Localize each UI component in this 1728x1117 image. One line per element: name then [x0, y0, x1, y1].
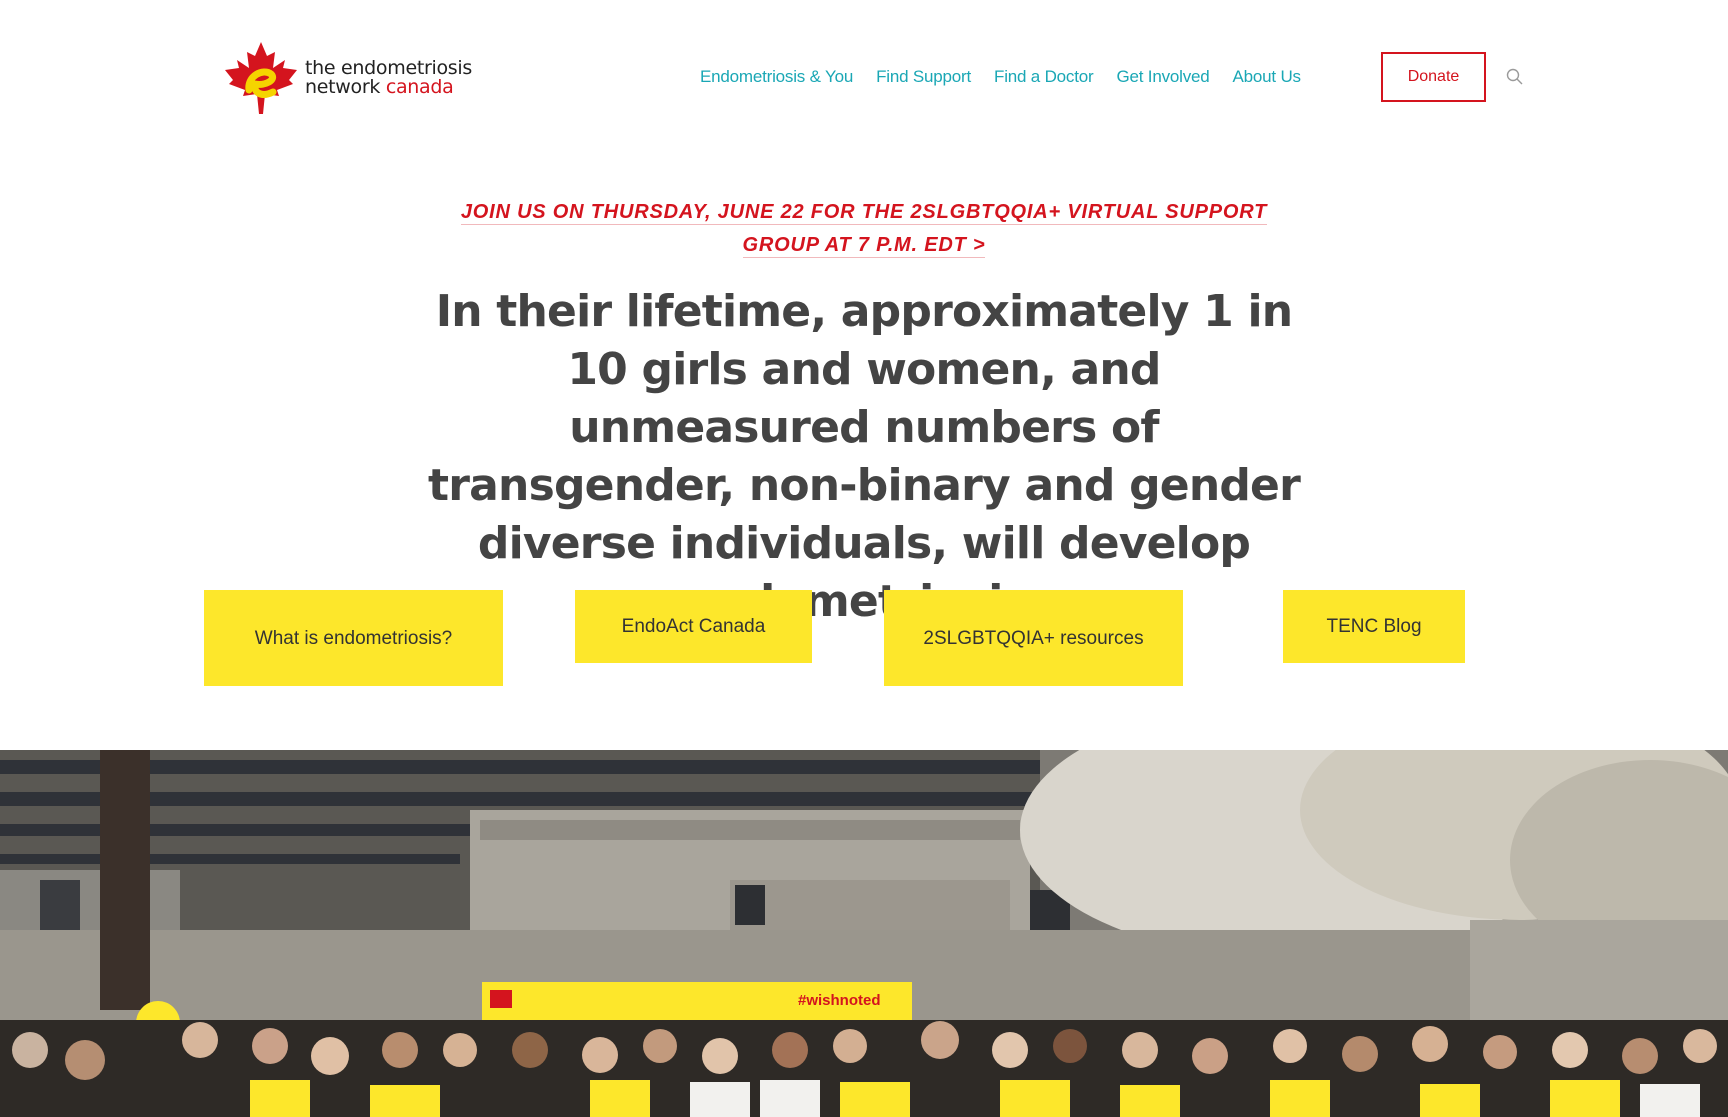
announcement-line1: Join us on Thursday, June 22 for the 2SL… [460, 201, 1268, 225]
nav-item-about-us[interactable]: About Us [1233, 67, 1302, 87]
logo-canada-text: canada [385, 76, 454, 98]
announcement-link[interactable]: Join us on Thursday, June 22 for the 2SL… [400, 196, 1328, 262]
tenc-blog-button[interactable]: TENC Blog [1283, 590, 1465, 663]
search-button[interactable] [1505, 67, 1525, 87]
search-icon [1506, 68, 1523, 85]
what-is-endometriosis-button[interactable]: What is endometriosis? [204, 590, 503, 686]
logo-line2: network canada [305, 78, 472, 97]
nav-item-endometriosis-and-you[interactable]: Endometriosis & You [700, 67, 853, 87]
maple-leaf-logo-icon [225, 42, 297, 114]
nav-item-find-a-doctor[interactable]: Find a Doctor [994, 67, 1094, 87]
announcement-line2: Group at 7 p.m. EDT > [742, 234, 986, 258]
main-nav: Endometriosis & You Find Support Find a … [700, 52, 1324, 102]
2slgbtqqia-resources-button[interactable]: 2SLGBTQQIA+ resources [884, 590, 1183, 686]
logo-network-text: network [305, 76, 386, 98]
hero-heading: In their lifetime, approximately 1 in 10… [428, 286, 1301, 627]
nav-item-get-involved[interactable]: Get Involved [1116, 67, 1209, 87]
endoact-canada-button[interactable]: EndoAct Canada [575, 590, 812, 663]
logo-wordmark: the endometriosis network canada [305, 59, 472, 97]
hero-group-photo: #wishnoted [0, 750, 1728, 1117]
donate-button[interactable]: Donate [1381, 52, 1486, 102]
group-photo-illustration: #wishnoted [0, 750, 1728, 1117]
banner-text: #wishnoted [798, 992, 881, 1009]
nav-item-find-support[interactable]: Find Support [876, 67, 971, 87]
site-header: the endometriosis network canada Endomet… [0, 0, 1728, 150]
site-logo[interactable]: the endometriosis network canada [219, 38, 479, 118]
